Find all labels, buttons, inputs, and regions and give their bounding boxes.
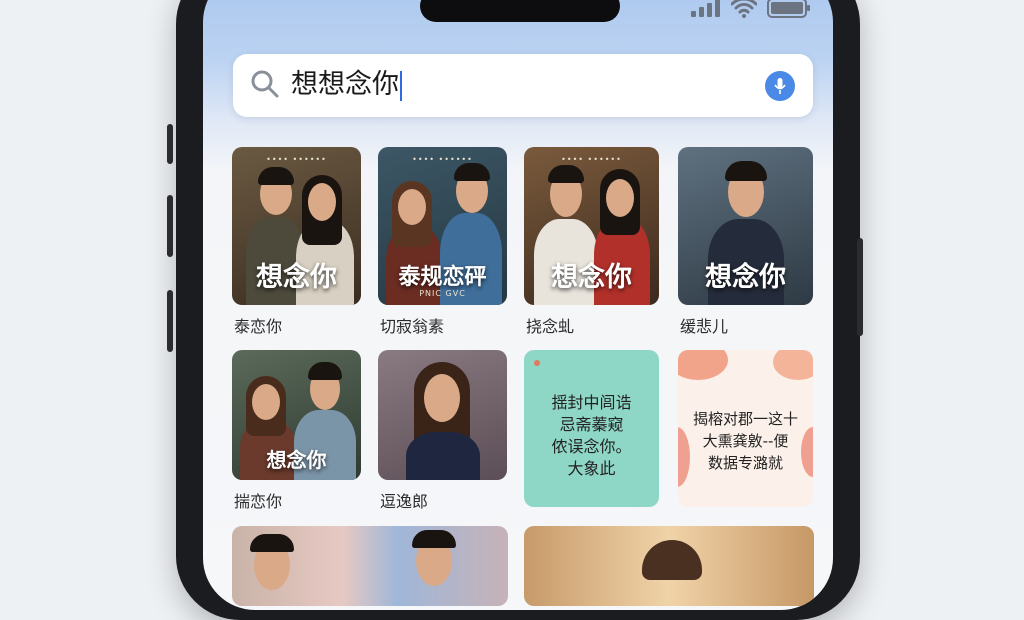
poster-tagline: •••• •••••• [412, 155, 473, 164]
poster-tagline: •••• •••••• [266, 155, 327, 164]
poster-thumbnail [524, 526, 814, 606]
side-button-mute [167, 124, 173, 164]
poster-thumbnail: •••• •••••• 想念你 [524, 147, 659, 305]
result-caption: 揣恋你 [234, 492, 283, 511]
poster-title: 想念你 [256, 262, 337, 293]
card-text-line: 大象此 [567, 459, 616, 478]
poster-thumbnail [378, 350, 507, 480]
side-button-volume-down [167, 290, 173, 352]
result-caption: 挠念虬 [526, 317, 575, 336]
decor-blob [678, 350, 728, 380]
result-card[interactable]: •••• •••••• 想念你 泰恋你 [232, 147, 362, 337]
hair [412, 530, 456, 548]
search-bar[interactable]: 想想念你 [233, 54, 813, 117]
card-text-line: 数据专潞就 [707, 454, 783, 472]
poster-thumbnail: •••• •••••• 泰规恋砰 PNIC GVC [378, 147, 507, 305]
quote-card: 揺封中闾诰 忌斋蓁窥 侬误念你。 大象此 [524, 350, 659, 507]
search-query-text: 想想念你 [291, 69, 399, 100]
result-card[interactable]: 揭榕对郡一这十 大熏龚敫--便 数据专潞就 [678, 350, 814, 508]
result-card-partial[interactable] [232, 526, 508, 606]
result-caption: 泰恋你 [234, 317, 283, 336]
card-header-dot [534, 360, 540, 366]
result-card-partial[interactable] [524, 526, 814, 606]
search-icon [251, 70, 279, 98]
phone-screen: 想想念你 •••• •••••• 想念你 泰恋你 •••• •••••• 泰规恋… [203, 0, 833, 610]
card-text-line: 忌斋蓁窥 [559, 415, 624, 434]
result-card[interactable]: 想念你 揣恋你 [232, 350, 362, 511]
side-button-volume-up [167, 195, 173, 257]
result-caption: 逗逸郎 [380, 492, 429, 511]
poster-thumbnail: 想念你 [678, 147, 813, 305]
hair [642, 540, 702, 580]
card-text-line: 大熏龚敫--便 [702, 432, 789, 450]
poster-title: 想念你 [551, 262, 632, 293]
wifi-icon [731, 0, 757, 18]
result-card[interactable]: 逗逸郎 [378, 350, 508, 511]
hair [250, 534, 294, 552]
poster-subtitle: PNIC GVC [419, 289, 466, 298]
dynamic-island [420, 0, 620, 22]
cellular-signal-icon [691, 0, 720, 17]
card-text-line: 揭榕对郡一这十 [692, 410, 798, 428]
result-caption: 缓悲儿 [680, 317, 729, 336]
poster-thumbnail: 想念你 [232, 350, 361, 480]
text-cursor [400, 70, 402, 101]
result-caption: 切寂翁素 [380, 317, 445, 336]
search-input[interactable]: 想想念你 [291, 68, 402, 102]
poster-thumbnail [232, 526, 508, 606]
status-bar [691, 0, 811, 18]
voice-search-button[interactable] [765, 71, 795, 101]
decor-blob [773, 350, 813, 380]
poster-title: 泰规恋砰 [398, 265, 487, 290]
card-text-line: 侬误念你。 [551, 437, 632, 456]
poster-thumbnail: •••• •••••• 想念你 [232, 147, 361, 305]
poster-tagline: •••• •••••• [561, 155, 622, 164]
result-card[interactable]: 揺封中闾诰 忌斋蓁窥 侬误念你。 大象此 [524, 350, 660, 508]
poster-title: 想念你 [705, 262, 786, 293]
result-card[interactable]: 想念你 缓悲儿 [678, 147, 814, 337]
battery-icon [767, 0, 810, 18]
result-card[interactable]: •••• •••••• 泰规恋砰 PNIC GVC 切寂翁素 [378, 147, 508, 337]
side-button-power [857, 238, 863, 336]
result-card[interactable]: •••• •••••• 想念你 挠念虬 [524, 147, 660, 337]
card-text-line: 揺封中闾诰 [551, 393, 632, 412]
quote-card: 揭榕对郡一这十 大熏龚敫--便 数据专潞就 [678, 350, 813, 507]
microphone-icon [774, 78, 786, 94]
poster-title: 想念你 [266, 448, 327, 472]
